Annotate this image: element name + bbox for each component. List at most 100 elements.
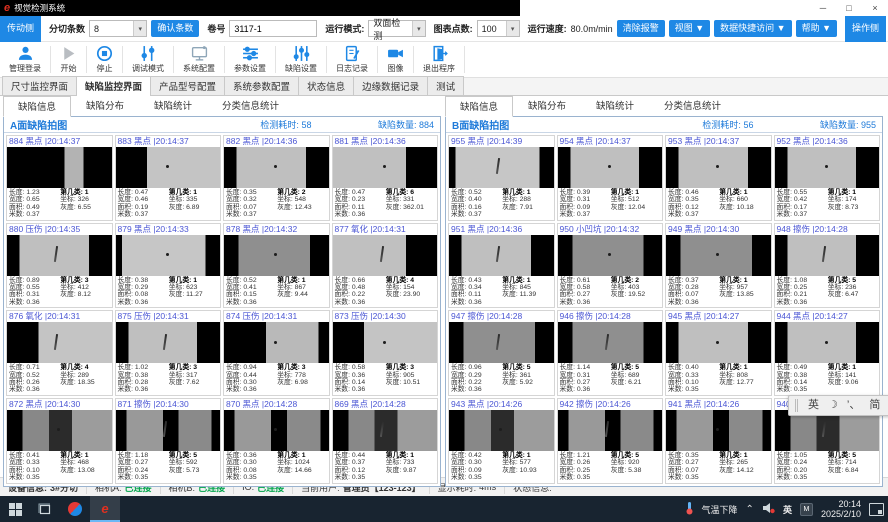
- defect-image: [116, 322, 221, 363]
- defect-cell-955[interactable]: 955 黑点 |20:14:39长度: 0.52宽度: 0.40面积: 0.16…: [448, 135, 555, 221]
- defect-cell-952[interactable]: 952 黑点 |20:14:36长度: 0.55宽度: 0.42面积: 0.17…: [774, 135, 881, 221]
- subtab-1[interactable]: 缺陷信息: [3, 96, 71, 117]
- defect-cell-944[interactable]: 944 黑点 |20:14:27长度: 0.49宽度: 0.38面积: 0.14…: [774, 310, 881, 396]
- system-config-button[interactable]: 系统配置: [174, 42, 224, 77]
- tab-edge-data-record[interactable]: 边缘数据记录: [353, 76, 428, 95]
- ime-mode-icon[interactable]: M: [800, 503, 813, 516]
- taskbar-clock[interactable]: 20:14 2025/2/10: [821, 499, 861, 519]
- defect-cell-878[interactable]: 878 黑点 |20:14:32长度: 0.52宽度: 0.41面积: 0.15…: [223, 223, 330, 309]
- view-menu-button[interactable]: 视图 ▼: [669, 20, 710, 37]
- exit-program-button[interactable]: 退出程序: [414, 42, 464, 77]
- notification-center-icon[interactable]: [869, 503, 884, 516]
- subtab-2[interactable]: 缺陷分布: [71, 95, 139, 116]
- defect-cell-882[interactable]: 882 黑点 |20:14:36长度: 0.35宽度: 0.32面积: 0.07…: [223, 135, 330, 221]
- maximize-button[interactable]: □: [836, 3, 862, 13]
- operate-side-button[interactable]: 操作侧: [845, 16, 886, 42]
- data-access-menu-button[interactable]: 数据快捷访问 ▼: [714, 20, 791, 37]
- defect-cell-873[interactable]: 873 压伤 |20:14:30长度: 0.58宽度: 0.36面积: 0.14…: [332, 310, 439, 396]
- defect-cell-874[interactable]: 874 压伤 |20:14:31长度: 0.94宽度: 0.44面积: 0.30…: [223, 310, 330, 396]
- close-button[interactable]: ×: [862, 3, 888, 13]
- weather-text[interactable]: 气温下降: [702, 503, 738, 516]
- defect-cell-946[interactable]: 946 擦伤 |20:14:28长度: 1.14宽度: 0.31面积: 0.27…: [557, 310, 664, 396]
- volume-icon[interactable]: [762, 502, 775, 516]
- defect-meta: 长度: 0.46宽度: 0.35面积: 0.12米数: 0.37第几类: 1坐标…: [666, 188, 771, 220]
- defect-cell-877[interactable]: 877 氧化 |20:14:31长度: 0.66宽度: 0.48面积: 0.22…: [332, 223, 439, 309]
- drive-side-button[interactable]: 传动侧: [0, 16, 41, 42]
- start-button[interactable]: [0, 496, 30, 522]
- tab-system-param-config[interactable]: 系统参数配置: [224, 76, 299, 95]
- defect-cell-884[interactable]: 884 黑点 |20:14:37长度: 1.23宽度: 0.65面积: 0.49…: [6, 135, 113, 221]
- defect-cell-879[interactable]: 879 黑点 |20:14:33长度: 0.38宽度: 0.29面积: 0.08…: [115, 223, 222, 309]
- ime-item-2[interactable]: ☽: [828, 396, 838, 415]
- tab-size-monitor[interactable]: 尺寸监控界面: [2, 76, 77, 95]
- defect-cell-945[interactable]: 945 黑点 |20:14:27长度: 0.40宽度: 0.33面积: 0.10…: [665, 310, 772, 396]
- ime-language-indicator[interactable]: 英: [783, 503, 792, 516]
- subtab-1[interactable]: 缺陷信息: [445, 96, 513, 117]
- tray-expand-chevron[interactable]: ⌃: [746, 504, 754, 515]
- subtab-3[interactable]: 缺陷统计: [581, 95, 649, 116]
- tab-defect-monitor[interactable]: 缺陷监控界面: [76, 76, 151, 96]
- confirm-count-button[interactable]: 确认条数: [151, 20, 199, 37]
- defect-cell-951[interactable]: 951 黑点 |20:14:36长度: 0.43宽度: 0.34面积: 0.11…: [448, 223, 555, 309]
- defect-image: [449, 322, 554, 363]
- defect-cell-883[interactable]: 883 黑点 |20:14:37长度: 0.47宽度: 0.46面积: 0.19…: [115, 135, 222, 221]
- defect-cell-942[interactable]: 942 擦伤 |20:14:26长度: 1.21宽度: 0.26面积: 0.25…: [557, 398, 664, 484]
- run-mode-select[interactable]: 双面检测 ▾: [368, 20, 425, 37]
- param-settings-button[interactable]: 参数设置: [225, 42, 275, 77]
- ime-item-1[interactable]: 英: [808, 396, 819, 415]
- defect-cell-876[interactable]: 876 氧化 |20:14:31长度: 0.71宽度: 0.52面积: 0.26…: [6, 310, 113, 396]
- defect-cell-943[interactable]: 943 黑点 |20:14:26长度: 0.42宽度: 0.30面积: 0.09…: [448, 398, 555, 484]
- defect-cell-title: 884 黑点 |20:14:37: [7, 136, 112, 147]
- ime-item-3[interactable]: ’、: [847, 396, 860, 415]
- stop-button[interactable]: 停止: [87, 42, 122, 77]
- slit-count-select[interactable]: 8 ▾: [89, 20, 147, 37]
- defect-cell-871[interactable]: 871 擦伤 |20:14:30长度: 1.18宽度: 0.27面积: 0.24…: [115, 398, 222, 484]
- defect-cell-title: 874 压伤 |20:14:31: [224, 311, 329, 322]
- defect-settings-button[interactable]: 缺陷设置: [276, 42, 326, 77]
- defect-monitor-content: 缺陷信息缺陷分布缺陷统计分类信息统计 A面缺陷拍图 检测耗时: 58 缺陷数量:…: [0, 96, 888, 477]
- ime-toolbar[interactable]: 英☽’、简☺⚙: [788, 395, 888, 416]
- defect-cell-880[interactable]: 880 压伤 |20:14:35长度: 0.89宽度: 0.55面积: 0.31…: [6, 223, 113, 309]
- defect-image: [775, 410, 880, 451]
- debug-mode-button[interactable]: 调试模式: [123, 42, 173, 77]
- defect-mark: [166, 165, 169, 168]
- roll-no-input[interactable]: [229, 20, 317, 37]
- defect-cell-950[interactable]: 950 小凹坑 |20:14:32长度: 0.61宽度: 0.58面积: 0.2…: [557, 223, 664, 309]
- defect-cell-941[interactable]: 941 黑点 |20:14:26长度: 0.35宽度: 0.27面积: 0.07…: [665, 398, 772, 484]
- subtab-4[interactable]: 分类信息统计: [207, 95, 294, 116]
- ime-drag-handle[interactable]: [795, 399, 798, 412]
- ime-item-4[interactable]: 简: [869, 396, 880, 415]
- taskbar-active-app-icon[interactable]: e: [90, 496, 120, 522]
- defect-mark: [496, 246, 500, 262]
- tab-status-info[interactable]: 状态信息: [298, 76, 354, 95]
- taskbar-app-icon[interactable]: [60, 496, 90, 522]
- image-button[interactable]: 图像: [378, 42, 413, 77]
- defect-cell-881[interactable]: 881 黑点 |20:14:36长度: 0.47宽度: 0.23面积: 0.11…: [332, 135, 439, 221]
- sliders-icon: [140, 45, 157, 62]
- defect-cell-875[interactable]: 875 压伤 |20:14:31长度: 1.02宽度: 0.38面积: 0.28…: [115, 310, 222, 396]
- defect-mark: [379, 246, 383, 262]
- chart-points-select[interactable]: 100 ▾: [477, 20, 520, 37]
- subtab-4[interactable]: 分类信息统计: [649, 95, 736, 116]
- admin-login-button[interactable]: 管理登录: [0, 42, 50, 77]
- defect-cell-954[interactable]: 954 黑点 |20:14:37长度: 0.39宽度: 0.31面积: 0.09…: [557, 135, 664, 221]
- tab-test[interactable]: 测试: [427, 76, 464, 95]
- subtab-3[interactable]: 缺陷统计: [139, 95, 207, 116]
- defect-mark: [54, 246, 58, 262]
- defect-cell-949[interactable]: 949 黑点 |20:14:30长度: 0.37宽度: 0.28面积: 0.07…: [665, 223, 772, 309]
- subtab-2[interactable]: 缺陷分布: [513, 95, 581, 116]
- minimize-button[interactable]: ─: [810, 3, 836, 13]
- defect-cell-872[interactable]: 872 黑点 |20:14:30长度: 0.41宽度: 0.33面积: 0.10…: [6, 398, 113, 484]
- defect-cell-870[interactable]: 870 黑点 |20:14:28长度: 0.36宽度: 0.30面积: 0.08…: [223, 398, 330, 484]
- clear-alarm-button[interactable]: 清除报警: [617, 20, 665, 37]
- defect-cell-869[interactable]: 869 黑点 |20:14:28长度: 0.44宽度: 0.37面积: 0.12…: [332, 398, 439, 484]
- defect-meta: 长度: 0.66宽度: 0.48面积: 0.22米数: 0.36第几类: 4坐标…: [333, 276, 438, 308]
- task-view-button[interactable]: [30, 496, 60, 522]
- defect-cell-953[interactable]: 953 黑点 |20:14:37长度: 0.46宽度: 0.35面积: 0.12…: [665, 135, 772, 221]
- defect-cell-948[interactable]: 948 擦伤 |20:14:28长度: 1.08宽度: 0.25面积: 0.21…: [774, 223, 881, 309]
- help-menu-button[interactable]: 帮助 ▼: [796, 20, 837, 37]
- tab-product-model-config[interactable]: 产品型号配置: [150, 76, 225, 95]
- defect-cell-947[interactable]: 947 擦伤 |20:14:28长度: 0.96宽度: 0.29面积: 0.22…: [448, 310, 555, 396]
- log-record-button[interactable]: 日志记录: [327, 42, 377, 77]
- start-button[interactable]: 开始: [51, 42, 86, 77]
